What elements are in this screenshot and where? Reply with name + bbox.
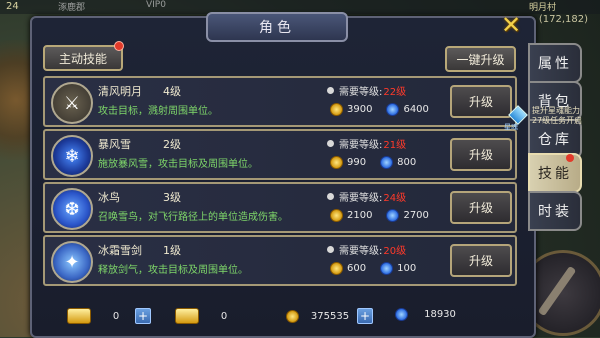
gold-cost: 3900: [347, 104, 373, 115]
skill-name: 冰鸟: [98, 191, 120, 204]
skill-level: 3级: [163, 191, 181, 204]
bound-ingot-resource: 0: [175, 308, 243, 324]
gold-count: 375535: [310, 310, 350, 322]
skill-row: ❆ 冰鸟 3级 召唤雪鸟，对飞行路径上的单位造成伤害。 需要等级: 24级 21…: [43, 182, 517, 233]
gem-icon: [386, 103, 400, 116]
required-level-value: 24级: [383, 193, 407, 204]
frost-sword-skill-icon[interactable]: ✦: [51, 241, 93, 283]
gem-resource: 18930: [395, 308, 468, 321]
bullet-icon: [327, 246, 334, 253]
gem-icon: [386, 209, 400, 222]
upgrade-all-button[interactable]: 一键升级: [445, 46, 516, 72]
required-level-label: 需要等级:: [339, 246, 383, 257]
bound-ingot-icon: [175, 308, 199, 324]
top-text-1: 涿鹿郡: [58, 3, 86, 13]
ingot-count: 0: [112, 310, 120, 322]
required-level: 需要等级: 21级: [327, 136, 406, 151]
bound-ingot-count: 0: [220, 310, 228, 322]
gold-ingot-icon: [67, 308, 91, 324]
required-level: 需要等级: 22级: [327, 83, 406, 98]
tab-attributes[interactable]: 属性: [528, 43, 582, 83]
upgrade-cost: 2100 2700: [330, 209, 429, 222]
vip-label: VIP0: [146, 0, 166, 10]
bullet-icon: [327, 193, 334, 200]
resource-bar: 0 + 0 375535 + 18930: [43, 306, 513, 326]
gold-coin-icon: [330, 156, 343, 169]
star-soul-label: 星魂: [504, 123, 518, 131]
add-ingot-button[interactable]: +: [135, 308, 151, 324]
skill-description: 施放暴风雪，攻击目标及周围单位。: [98, 159, 258, 170]
notification-dot: [566, 154, 574, 162]
gold-coin-icon: [330, 209, 343, 222]
sword-skill-icon[interactable]: ⚔: [51, 82, 93, 124]
required-level-value: 21级: [383, 140, 407, 151]
left-hud-decoration: [0, 40, 32, 160]
gem-cost: 100: [397, 263, 417, 274]
skill-level: 2级: [163, 138, 181, 151]
hint-line-2: 27级任务开启: [532, 116, 583, 125]
player-level: 24: [6, 1, 19, 12]
skill-row: ✦ 冰霜雪剑 1级 释放剑气，攻击目标及周围单位。 需要等级: 20级 600 …: [43, 235, 517, 286]
gold-cost: 600: [347, 263, 367, 274]
hint-line-1: 提升星魂能力: [532, 106, 580, 115]
skill-name: 清风明月: [98, 85, 142, 98]
skill-level: 4级: [163, 85, 181, 98]
required-level-label: 需要等级:: [339, 193, 383, 204]
upgrade-cost: 600 100: [330, 262, 416, 275]
location-name: 明月村: [528, 3, 556, 13]
skill-row: ❄ 暴风雪 2级 施放暴风雪，攻击目标及周围单位。 需要等级: 21级 990 …: [43, 129, 517, 180]
panel-title: 角色: [206, 12, 348, 42]
upgrade-cost: 990 800: [330, 156, 416, 169]
required-level-value: 20级: [383, 246, 407, 257]
skill-description: 释放剑气，攻击目标及周围单位。: [98, 265, 248, 276]
notification-dot: [114, 41, 124, 51]
bullet-icon: [327, 140, 334, 147]
bullet-icon: [327, 87, 334, 94]
required-level-value: 22级: [383, 87, 407, 98]
skill-description: 召唤雪鸟，对飞行路径上的单位造成伤害。: [98, 212, 288, 223]
ice-bird-skill-icon[interactable]: ❆: [51, 188, 93, 230]
tab-skills[interactable]: 技能: [528, 153, 582, 193]
gem-cost: 2700: [403, 210, 429, 221]
ingot-resource: 0 +: [67, 308, 151, 324]
required-level: 需要等级: 20级: [327, 242, 406, 257]
upgrade-cost: 3900 6400: [330, 103, 429, 116]
gem-icon: [395, 308, 408, 321]
upgrade-button[interactable]: 升级: [450, 138, 512, 171]
tab-active-skills[interactable]: 主动技能: [43, 45, 123, 71]
add-gold-button[interactable]: +: [357, 308, 373, 324]
gem-cost: 800: [397, 157, 417, 168]
upgrade-button[interactable]: 升级: [450, 244, 512, 277]
gem-icon: [380, 262, 394, 275]
gold-coin-icon: [330, 262, 343, 275]
gold-coin-icon: [286, 309, 299, 323]
skill-level: 1级: [163, 244, 181, 257]
tab-fashion[interactable]: 时装: [528, 191, 582, 231]
upgrade-button[interactable]: 升级: [450, 191, 512, 224]
gold-resource: 375535 +: [286, 308, 373, 324]
upgrade-button[interactable]: 升级: [450, 85, 512, 118]
required-level-label: 需要等级:: [339, 87, 383, 98]
star-soul-hint: 提升星魂能力 27级任务开启: [532, 106, 582, 126]
map-coords: (172,182): [538, 14, 588, 25]
gem-cost: 6400: [403, 104, 429, 115]
skill-row: ⚔ 清风明月 4级 攻击目标，溅射周围单位。 需要等级: 22级 3900 64…: [43, 76, 517, 127]
gold-cost: 990: [347, 157, 367, 168]
blizzard-skill-icon[interactable]: ❄: [51, 135, 93, 177]
required-level: 需要等级: 24级: [327, 189, 406, 204]
gold-coin-icon: [330, 103, 343, 116]
gem-count: 18930: [424, 309, 456, 320]
skill-description: 攻击目标，溅射周围单位。: [98, 106, 218, 117]
skill-name: 暴风雪: [98, 138, 131, 151]
close-icon[interactable]: ✕: [497, 11, 525, 39]
required-level-label: 需要等级:: [339, 140, 383, 151]
gold-cost: 2100: [347, 210, 373, 221]
skill-name: 冰霜雪剑: [98, 244, 142, 257]
gem-icon: [380, 156, 394, 169]
